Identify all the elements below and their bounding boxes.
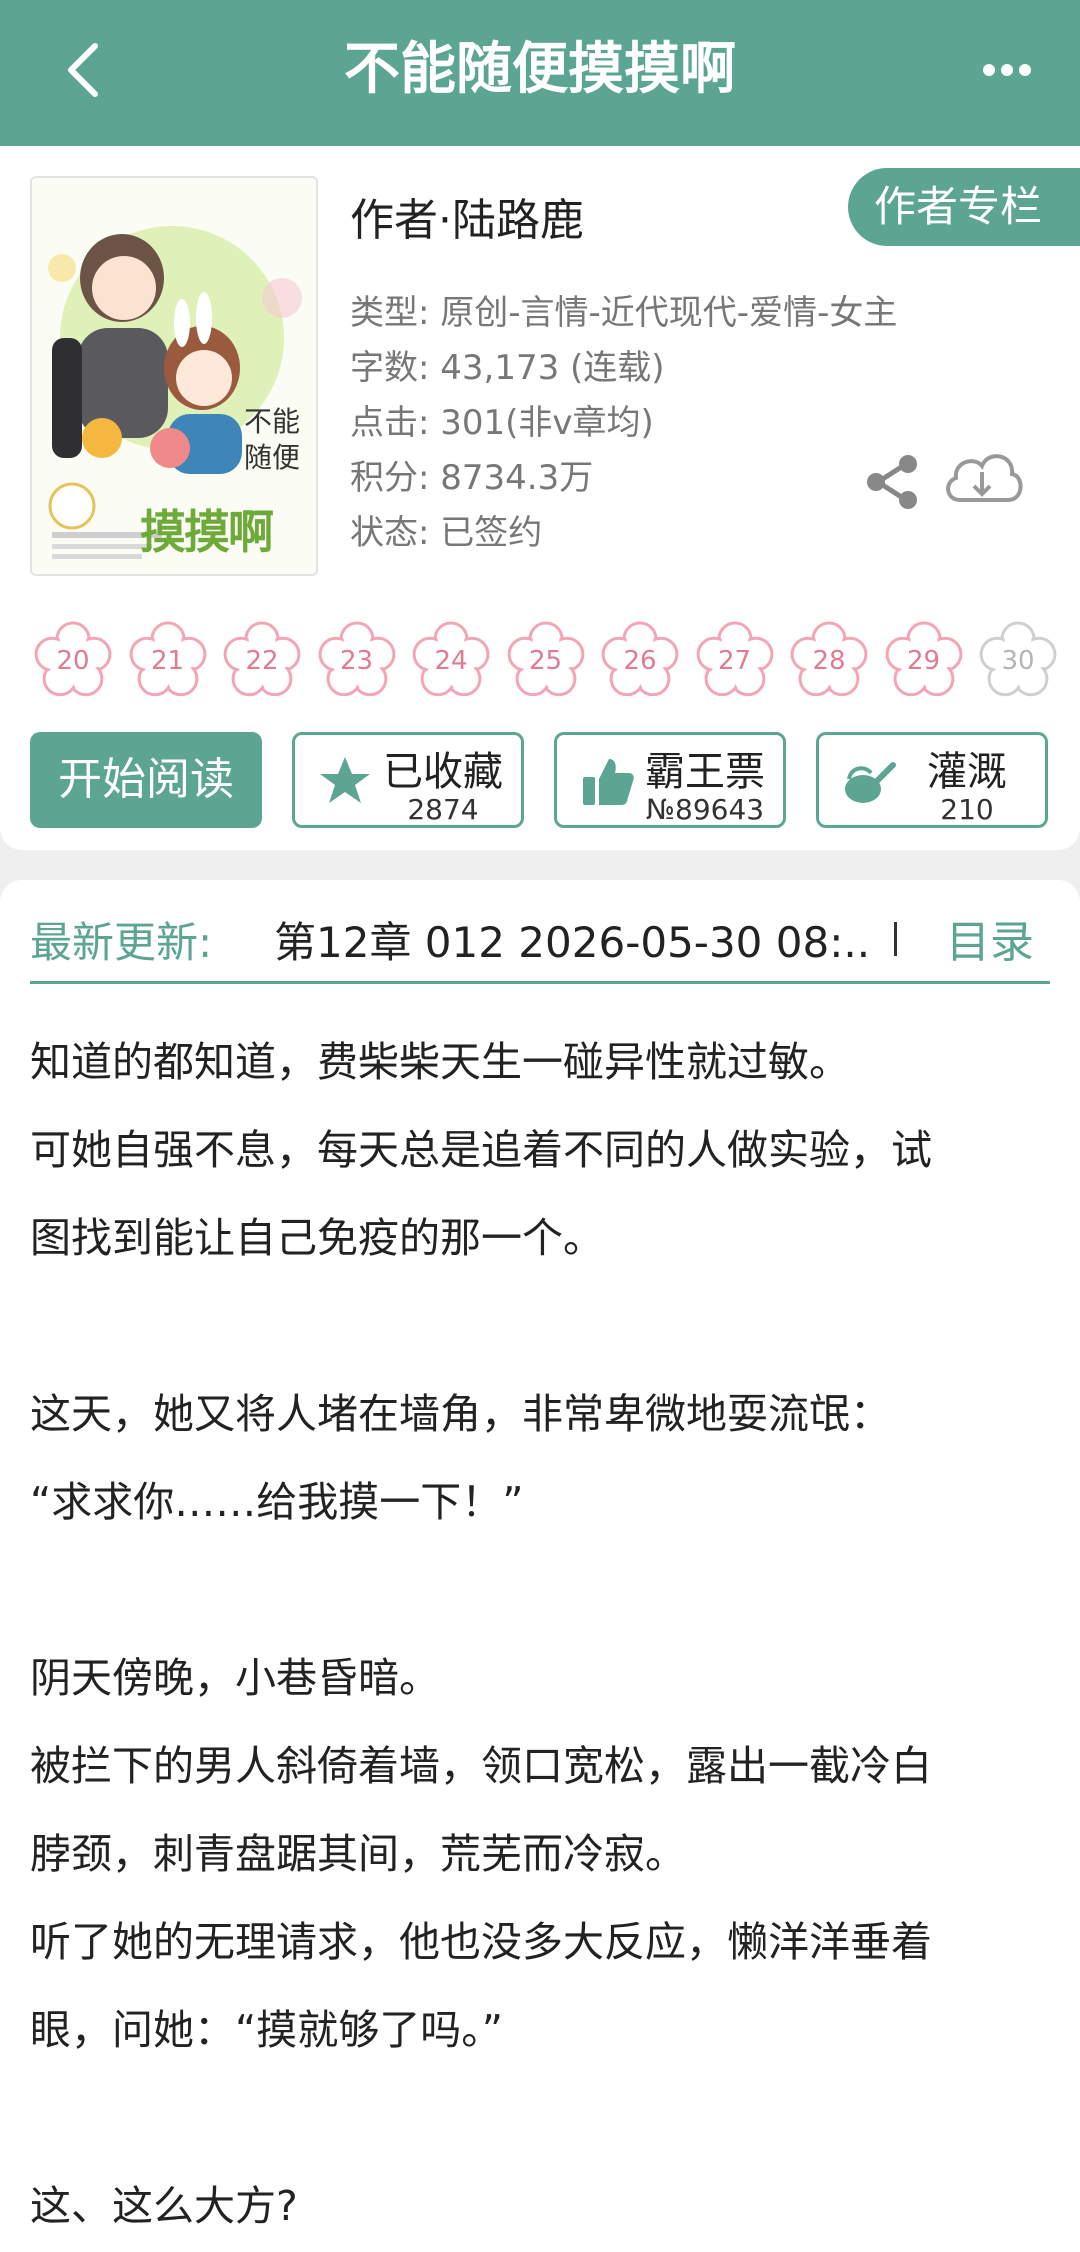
start-reading-button[interactable]: 开始阅读: [30, 732, 262, 828]
flower-number: 26: [623, 646, 657, 676]
favorite-button[interactable]: 已收藏 2874: [292, 732, 524, 828]
synopsis-line: [30, 1546, 1050, 1634]
water-count: 210: [940, 793, 994, 826]
meta-word-count: 字数: 43,173 (连载): [350, 348, 665, 388]
water-label: 灌溉: [927, 749, 1007, 795]
content-card: 最新更新: 第12章 012 2026-05-30 08:.. 目录 知道的都知…: [0, 880, 1080, 2252]
nutrient-flower-row: 20 21 22 23 24 25 26 27 28 29 30: [32, 620, 1080, 706]
cover-line-1: 不能: [243, 405, 300, 438]
synopsis-line: 这天，她又将人堵在墙角，非常卑微地耍流氓：: [30, 1390, 891, 1438]
latest-chapter-link[interactable]: 第12章 012 2026-05-30 08:..: [274, 902, 894, 984]
meta-clicks: 点击: 301(非v章均): [350, 403, 654, 443]
synopsis-line: 这、这么大方?: [30, 2182, 298, 2230]
synopsis-line: “求求你……给我摸一下！”: [30, 1478, 524, 1526]
flower-number: 23: [339, 646, 374, 676]
water-button[interactable]: 灌溉 210: [816, 732, 1048, 828]
ticket-button[interactable]: 霸王票 №89643: [554, 732, 786, 828]
nutrient-flower: 22: [221, 620, 303, 702]
table-of-contents-link[interactable]: 目录: [946, 902, 1034, 984]
flower-number: 28: [812, 646, 846, 676]
back-icon[interactable]: [48, 30, 118, 110]
nutrient-flower: 28: [788, 620, 870, 702]
ticket-count: №89643: [645, 793, 765, 826]
synopsis-line: 可她自强不息，每天总是追着不同的人做实验，试: [30, 1126, 932, 1174]
share-icon[interactable]: [862, 452, 922, 512]
synopsis-text: 知道的都知道，费柴柴天生一碰异性就过敏。 可她自强不息，每天总是追着不同的人做实…: [30, 1018, 1050, 2250]
synopsis-line: [30, 2074, 1050, 2162]
top-bar: 不能随便摸摸啊: [0, 0, 1080, 146]
favorite-label: 已收藏: [383, 749, 503, 795]
ticket-label: 霸王票: [645, 749, 765, 795]
book-cover[interactable]: 不能 随便 摸摸啊: [30, 176, 318, 576]
nutrient-flower: 29: [883, 620, 965, 702]
nutrient-flower: 20: [32, 620, 114, 702]
synopsis-line: 听了她的无理请求，他也没多大反应，懒洋洋垂着: [30, 1918, 932, 1966]
synopsis-line: 阴天傍晚，小巷昏暗。: [30, 1654, 440, 1702]
latest-update-label: 最新更新:: [30, 918, 213, 967]
flower-number: 27: [717, 646, 752, 676]
nutrient-flower: 21: [127, 620, 209, 702]
flower-number: 24: [434, 646, 468, 676]
synopsis-line: 被拦下的男人斜倚着墙，领口宽松，露出一截冷白: [30, 1742, 932, 1790]
flower-number: 21: [150, 646, 185, 676]
cover-line-2: 随便: [243, 441, 300, 474]
favorite-count: 2874: [407, 793, 479, 826]
author-name[interactable]: 作者·陆路鹿: [350, 184, 584, 248]
flower-number: 20: [56, 646, 90, 676]
cover-subtitle: 不能 随便: [244, 404, 300, 476]
nutrient-flower: 27: [694, 620, 776, 702]
more-icon[interactable]: [972, 30, 1042, 110]
flower-number: 29: [906, 646, 941, 676]
synopsis-line: 图找到能让自己免疫的那一个。: [30, 1214, 604, 1262]
book-meta: 类型: 原创-言情-近代现代-爱情-女主 字数: 43,173 (连载) 点击:…: [350, 286, 897, 561]
synopsis-line: [30, 1282, 1050, 1370]
flower-number: 30: [1001, 646, 1035, 676]
book-info-card: 不能 随便 摸摸啊 作者·陆路鹿 作者专栏 类型: 原创-言情-近代现代-爱情-…: [0, 146, 1080, 850]
nutrient-flower: 26: [599, 620, 681, 702]
nutrient-flower: 23: [316, 620, 398, 702]
synopsis-line: 脖颈，刺青盘踞其间，荒芜而冷寂。: [30, 1830, 686, 1878]
meta-status: 状态: 已签约: [350, 513, 543, 553]
author-column-button[interactable]: 作者专栏: [848, 168, 1080, 246]
flower-number: 22: [245, 646, 279, 676]
nutrient-flower: 30: [977, 620, 1059, 702]
divider: [894, 922, 897, 956]
download-icon[interactable]: [940, 442, 1024, 514]
nutrient-flower: 25: [505, 620, 587, 702]
synopsis-line: 眼，问她：“摸就够了吗。”: [30, 2006, 503, 2054]
meta-type: 类型: 原创-言情-近代现代-爱情-女主: [350, 293, 898, 333]
flower-number: 25: [528, 646, 563, 676]
synopsis-line: 知道的都知道，费柴柴天生一碰异性就过敏。: [30, 1038, 850, 1086]
page-title: 不能随便摸摸啊: [344, 37, 736, 102]
nutrient-flower: 24: [410, 620, 492, 702]
meta-score: 积分: 8734.3万: [350, 458, 594, 498]
latest-update-bar: 最新更新: 第12章 012 2026-05-30 08:.. 目录: [30, 902, 1050, 984]
cover-title: 摸摸啊: [140, 505, 274, 559]
